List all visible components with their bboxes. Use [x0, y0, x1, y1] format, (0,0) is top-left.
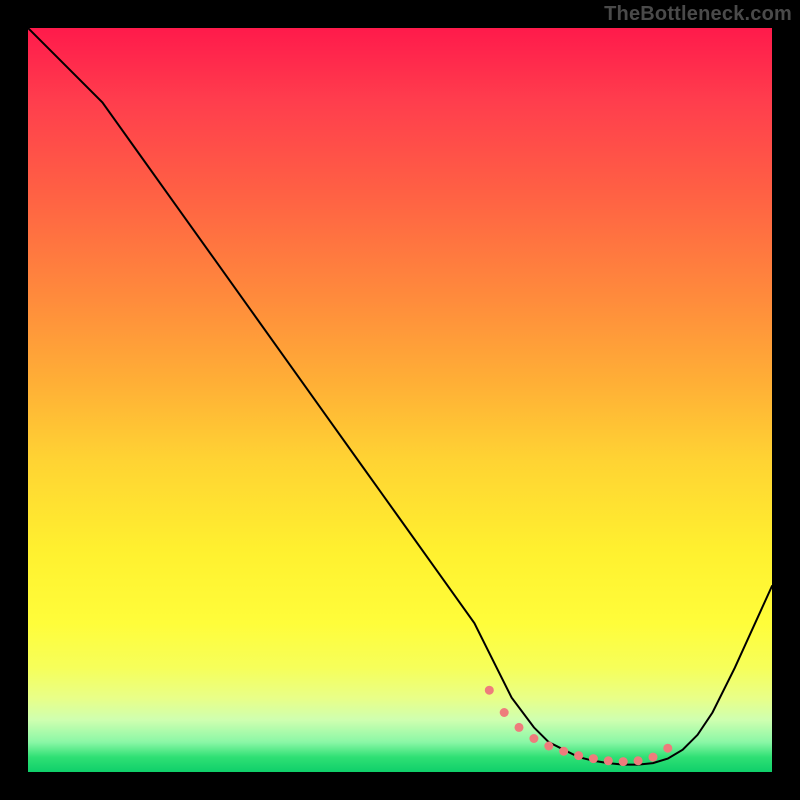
region-dot — [485, 686, 494, 695]
plot-area — [28, 28, 772, 772]
region-dot — [663, 744, 672, 753]
chart-frame: TheBottleneck.com — [0, 0, 800, 800]
curve-svg — [28, 28, 772, 772]
bottleneck-curve — [28, 28, 772, 765]
region-dot — [500, 708, 509, 717]
region-dot — [574, 751, 583, 760]
region-dot — [529, 734, 538, 743]
region-dot — [559, 747, 568, 756]
region-dot — [619, 757, 628, 766]
region-dot — [544, 742, 553, 751]
watermark-text: TheBottleneck.com — [604, 3, 792, 26]
region-dot — [515, 723, 524, 732]
region-dot — [649, 753, 658, 762]
region-dot — [589, 754, 598, 763]
region-dot — [604, 756, 613, 765]
region-dot — [634, 756, 643, 765]
